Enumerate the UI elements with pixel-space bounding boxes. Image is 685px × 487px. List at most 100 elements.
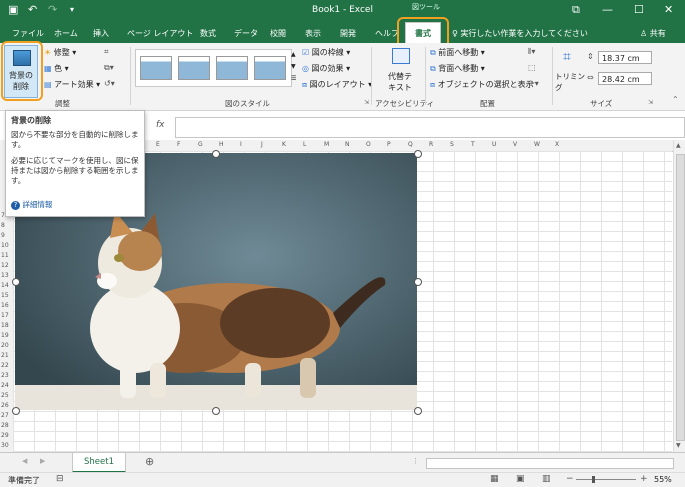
tab-insert[interactable]: 挿入 xyxy=(93,28,109,39)
row-header[interactable]: 16 xyxy=(1,302,9,309)
row-header[interactable]: 29 xyxy=(1,432,9,439)
row-header[interactable]: 23 xyxy=(1,372,9,379)
size-dialog-launcher-icon[interactable]: ⇲ xyxy=(648,99,653,106)
column-header[interactable]: P xyxy=(387,141,391,148)
resize-handle[interactable] xyxy=(212,150,220,158)
row-header[interactable]: 27 xyxy=(1,412,9,419)
close-icon[interactable]: ✕ xyxy=(664,3,673,16)
row-header[interactable]: 17 xyxy=(1,312,9,319)
group-icon[interactable]: ⬚ xyxy=(528,63,536,72)
column-header[interactable]: X xyxy=(555,141,559,148)
picture-styles-gallery[interactable] xyxy=(135,49,292,87)
style-thumbnail[interactable] xyxy=(254,56,286,80)
style-thumbnail[interactable] xyxy=(216,56,248,80)
column-header[interactable]: R xyxy=(429,141,433,148)
tab-help[interactable]: ヘルプ xyxy=(375,28,399,39)
resize-handle[interactable] xyxy=(414,407,422,415)
column-header[interactable]: E xyxy=(156,141,160,148)
page-layout-view-icon[interactable]: ▣ xyxy=(516,474,525,484)
row-header[interactable]: 22 xyxy=(1,362,9,369)
vertical-scrollbar[interactable]: ▲ ▼ xyxy=(673,140,685,452)
color-button[interactable]: ▦ 色 ▾ xyxy=(44,63,69,74)
compress-pictures-icon[interactable]: ⌗ xyxy=(104,47,109,57)
rotate-icon[interactable]: ⟳▾ xyxy=(528,79,539,88)
ribbon-options-icon[interactable]: ⧉ xyxy=(572,3,580,17)
tab-view[interactable]: 表示 xyxy=(305,28,321,39)
share-button[interactable]: ♙ 共有 xyxy=(640,28,666,39)
column-header[interactable]: G xyxy=(198,141,203,148)
resize-handle[interactable] xyxy=(414,150,422,158)
column-header[interactable]: S xyxy=(450,141,454,148)
column-header[interactable]: V xyxy=(513,141,517,148)
column-header[interactable]: T xyxy=(471,141,475,148)
zoom-slider-thumb[interactable] xyxy=(592,476,595,483)
column-header[interactable]: F xyxy=(177,141,180,148)
selection-pane-button[interactable]: ⧈ オブジェクトの選択と表示 xyxy=(430,79,534,90)
resize-handle[interactable] xyxy=(12,407,20,415)
corrections-button[interactable]: ☀ 修整 ▾ xyxy=(44,47,76,58)
row-header[interactable]: 10 xyxy=(1,242,9,249)
sheet-next-icon[interactable]: ▶ xyxy=(40,457,45,465)
resize-handle[interactable] xyxy=(212,407,220,415)
tab-developer[interactable]: 開発 xyxy=(340,28,356,39)
horizontal-scrollbar[interactable] xyxy=(426,458,674,469)
macro-record-icon[interactable]: ⊟ xyxy=(56,474,64,484)
zoom-level[interactable]: 55% xyxy=(654,475,672,484)
column-header[interactable]: U xyxy=(492,141,496,148)
scroll-thumb[interactable] xyxy=(676,154,685,441)
alt-text-button[interactable]: 代替テ キスト xyxy=(380,45,420,95)
tab-data[interactable]: データ xyxy=(234,28,258,39)
resize-handle[interactable] xyxy=(12,278,20,286)
crop-button[interactable]: ⌗ トリミング xyxy=(555,47,585,92)
column-header[interactable]: K xyxy=(282,141,286,148)
fx-icon[interactable]: fx xyxy=(156,120,165,130)
artistic-effects-button[interactable]: ▤ アート効果 ▾ xyxy=(44,79,100,90)
column-header[interactable]: I xyxy=(240,141,242,148)
gallery-scroll-down-icon[interactable]: ▼ xyxy=(291,63,296,70)
column-header[interactable]: W xyxy=(534,141,540,148)
row-header[interactable]: 9 xyxy=(1,232,5,239)
gallery-scroll-up-icon[interactable]: ▲ xyxy=(291,51,296,58)
sheet-tab-sheet1[interactable]: Sheet1 xyxy=(72,453,126,473)
picture-border-button[interactable]: ☑ 図の枠線 ▾ xyxy=(302,47,350,58)
tab-review[interactable]: 校閲 xyxy=(270,28,286,39)
minimize-icon[interactable]: — xyxy=(602,3,613,16)
tell-me-search[interactable]: ♀ 実行したい作業を入力してください xyxy=(452,28,588,39)
column-header[interactable]: N xyxy=(345,141,350,148)
column-header[interactable]: Q xyxy=(408,141,413,148)
column-header[interactable]: J xyxy=(261,141,263,148)
style-thumbnail[interactable] xyxy=(140,56,172,80)
scroll-up-icon[interactable]: ▲ xyxy=(676,142,681,149)
row-header[interactable]: 14 xyxy=(1,282,9,289)
height-input[interactable]: 18.37 cm xyxy=(598,51,652,64)
add-sheet-icon[interactable]: ⊕ xyxy=(145,455,154,468)
scroll-down-icon[interactable]: ▼ xyxy=(676,442,681,449)
row-header[interactable]: 25 xyxy=(1,392,9,399)
row-header[interactable]: 28 xyxy=(1,422,9,429)
sheet-prev-icon[interactable]: ◀ xyxy=(22,457,27,465)
picture-effects-button[interactable]: ◎ 図の効果 ▾ xyxy=(302,63,350,74)
column-header[interactable]: H xyxy=(219,141,224,148)
tab-file[interactable]: ファイル xyxy=(12,28,44,39)
row-header[interactable]: 13 xyxy=(1,272,9,279)
row-header[interactable]: 12 xyxy=(1,262,9,269)
style-thumbnail[interactable] xyxy=(178,56,210,80)
reset-picture-icon[interactable]: ↺▾ xyxy=(104,79,115,88)
row-header[interactable]: 20 xyxy=(1,342,9,349)
zoom-slider[interactable] xyxy=(576,479,636,480)
column-header[interactable]: L xyxy=(303,141,306,148)
row-header[interactable]: 24 xyxy=(1,382,9,389)
collapse-ribbon-icon[interactable]: ⌃ xyxy=(672,95,679,104)
row-header[interactable]: 21 xyxy=(1,352,9,359)
width-input[interactable]: 28.42 cm xyxy=(598,72,652,85)
row-header[interactable]: 19 xyxy=(1,332,9,339)
column-header[interactable]: O xyxy=(366,141,371,148)
formula-input[interactable] xyxy=(175,117,685,138)
change-picture-icon[interactable]: ⧉▾ xyxy=(104,63,114,73)
row-header[interactable]: 8 xyxy=(1,222,5,229)
row-header[interactable]: 26 xyxy=(1,402,9,409)
tab-home[interactable]: ホーム xyxy=(54,28,78,39)
bring-forward-button[interactable]: ⧉ 前面へ移動 ▾ xyxy=(430,47,485,58)
resize-handle[interactable] xyxy=(414,278,422,286)
zoom-in-icon[interactable]: + xyxy=(640,474,648,484)
